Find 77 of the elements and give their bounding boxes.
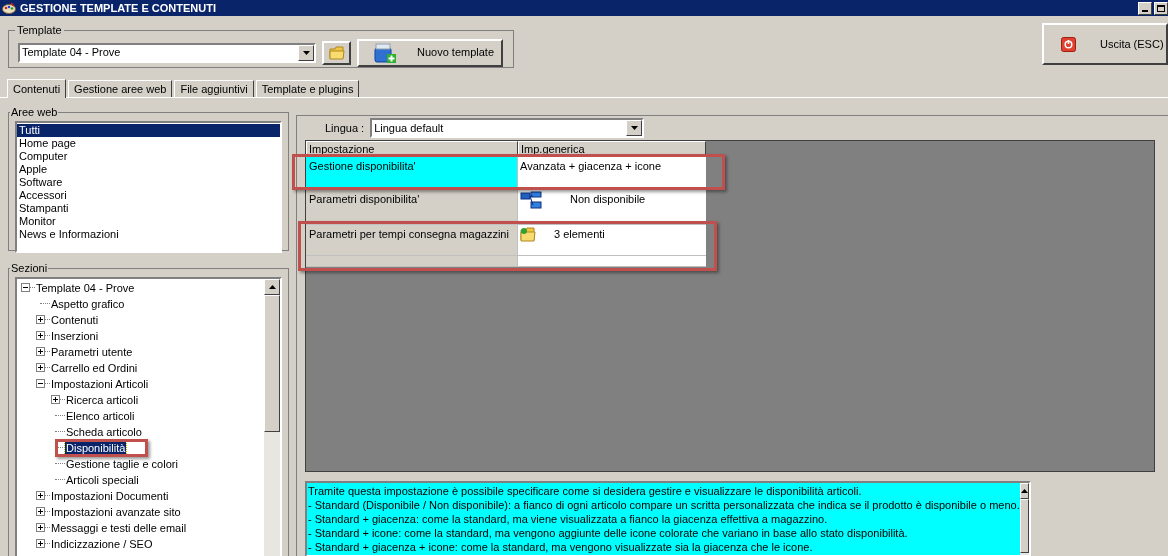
tree-item[interactable]: Articoli speciali (65, 472, 140, 487)
description-line: - Standard (Disponibile / Non disponibile): a fianco di ogni articolo compare un scritta personalizzata che indica se il prodotto è disponibile o meno. (308, 498, 1020, 512)
expand-icon[interactable] (36, 315, 45, 324)
tree-item[interactable]: Messaggi e testi delle email (50, 520, 188, 535)
template-dropdown[interactable]: Template 04 - Prove (18, 42, 316, 63)
list-item[interactable]: Software (17, 175, 280, 189)
list-item[interactable]: Tutti (17, 123, 280, 137)
list-item[interactable]: Monitor (17, 214, 280, 228)
expand-icon[interactable] (36, 331, 45, 340)
exit-button[interactable]: Uscita (ESC) (1042, 23, 1168, 65)
scroll-up-button[interactable] (1019, 483, 1029, 499)
list-item[interactable]: Apple (17, 162, 280, 176)
collapse-icon[interactable] (36, 379, 45, 388)
table-cell-text: Avanzata + giacenza + icone (520, 159, 662, 174)
description-line: Tramite questa impostazione è possibile specificare come si desidera gestire e visualizzare le disponibilità articoli. (308, 484, 863, 498)
group-label: Template (16, 23, 63, 38)
list-item[interactable]: News e Informazioni (17, 227, 280, 241)
list-item[interactable]: Accessori (17, 188, 280, 202)
tree-item[interactable]: Template 04 - Prove (35, 280, 136, 295)
tree-item[interactable]: Indicizzazione / SEO (50, 536, 154, 551)
tab[interactable]: Template e plugins (255, 80, 360, 97)
tree-item[interactable]: Impostazioni Articoli (50, 376, 150, 391)
scroll-up-button[interactable] (264, 278, 280, 295)
table-cell-text: Non disponibile (570, 192, 646, 207)
list-item[interactable]: Stampanti (17, 201, 280, 215)
language-dropdown[interactable]: Lingua default (370, 118, 645, 138)
folder-icon (520, 226, 536, 242)
list-item[interactable]: Home page (17, 136, 280, 150)
expand-icon[interactable] (36, 491, 45, 500)
up-arrow-icon (1020, 489, 1028, 493)
new-template-button[interactable]: Nuovo template (357, 38, 503, 67)
window-title: GESTIONE TEMPLATE E CONTENUTI (20, 0, 216, 16)
expand-icon[interactable] (36, 507, 45, 516)
expand-icon[interactable] (36, 347, 45, 356)
tab[interactable]: Gestione aree web (68, 80, 173, 97)
linked-squares-icon (520, 191, 542, 209)
group-label: Aree web (10, 105, 59, 120)
tree-item[interactable]: Contenuti (50, 312, 100, 327)
scroll-thumb[interactable] (1019, 499, 1029, 553)
tree-item[interactable]: Scheda articolo (65, 424, 143, 439)
dropdown-arrow-icon (302, 50, 310, 55)
collapse-icon[interactable] (21, 283, 30, 292)
power-icon (1061, 36, 1076, 52)
up-arrow-icon (268, 284, 276, 289)
scroll-thumb[interactable] (264, 294, 280, 432)
tree-item[interactable]: Parametri utente (50, 344, 134, 359)
description-line: - Standard + giacenza: come la standard, ma viene visualizzata a fianco la giacenza effettiva a magazzino. (308, 512, 829, 526)
tree-item[interactable]: Elenco articoli (65, 408, 136, 423)
scrollbar[interactable] (264, 278, 280, 556)
table-cell: Parametri per tempi consegna magazzini (306, 225, 518, 256)
folder-icon (328, 45, 345, 60)
tree-item[interactable]: Ricerca articoli (65, 392, 140, 407)
tab[interactable]: File aggiuntivi (174, 80, 254, 97)
dropdown-arrow-icon (630, 126, 638, 130)
table-cell-text: 3 elementi (554, 227, 605, 242)
open-folder-button[interactable] (322, 40, 351, 65)
maximize-button[interactable] (1154, 1, 1168, 15)
expand-icon[interactable] (36, 363, 45, 372)
tree-item[interactable]: Inserzioni (50, 328, 100, 343)
palette-icon (2, 2, 16, 14)
minimize-button[interactable] (1138, 1, 1152, 15)
expand-icon[interactable] (51, 395, 60, 404)
box-with-plus-icon (373, 41, 397, 64)
list-item[interactable]: Computer (17, 149, 280, 163)
description-line: - Standard + icone: come la standard, ma vengono aggiunte delle icone colorate che variano in base allo stato disponibilità. (308, 526, 909, 540)
tree-item[interactable]: Impostazioni Documenti (50, 488, 170, 503)
expand-icon[interactable] (36, 523, 45, 532)
tree-item[interactable]: Aspetto grafico (50, 296, 126, 311)
tree-item[interactable]: Carrello ed Ordini (50, 360, 139, 375)
group-label: Sezioni (10, 261, 49, 276)
language-label: Lingua : (325, 120, 365, 136)
scrollbar[interactable] (1019, 483, 1029, 555)
expand-icon[interactable] (36, 539, 45, 548)
tab[interactable]: Contenuti (7, 79, 67, 98)
tree-item[interactable]: Gestione taglie e colori (65, 456, 179, 471)
tree-item[interactable]: Impostazioni avanzate sito (50, 504, 182, 519)
description-line: - Standard + giacenza + icone: come la standard, ma vengono visualizzate sia la giacenza che le icone. (308, 540, 814, 554)
